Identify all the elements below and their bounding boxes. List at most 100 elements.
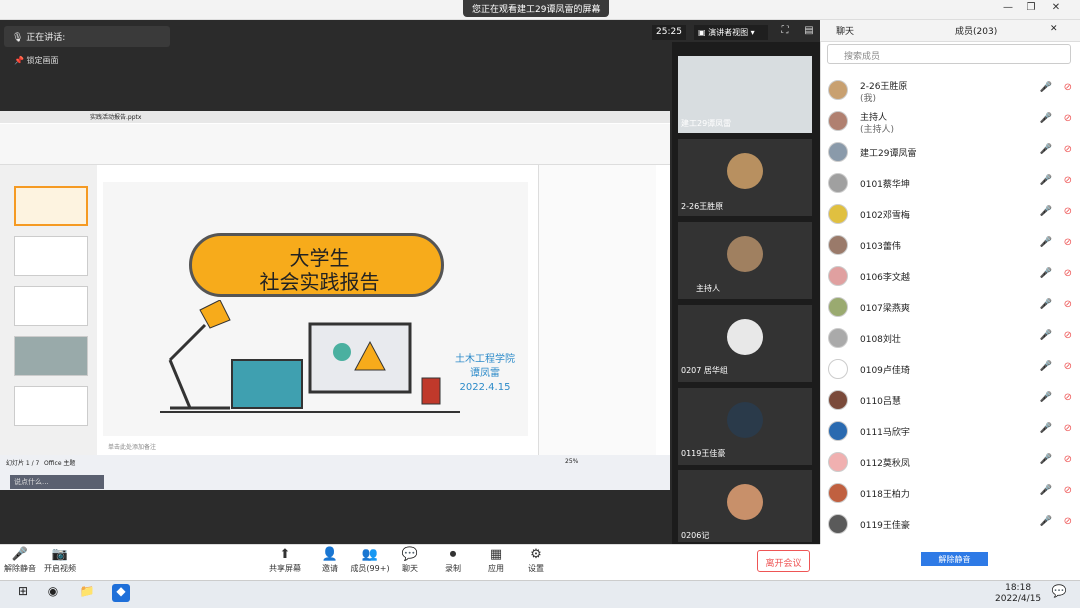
member-name: 0106李文越: [860, 273, 910, 283]
camera-off-icon[interactable]: ⊘: [1064, 423, 1072, 434]
camera-off-icon[interactable]: ⊘: [1064, 516, 1072, 527]
muted-mic-icon[interactable]: 🎤: [1040, 361, 1052, 372]
panel-close-icon[interactable]: ✕: [1050, 24, 1058, 34]
slide-thumb[interactable]: [14, 186, 88, 226]
tile-name: 0207 居华组: [681, 366, 728, 375]
muted-mic-icon[interactable]: 🎤: [1040, 299, 1052, 310]
camera-off-icon[interactable]: ⊘: [1064, 175, 1072, 186]
camera-off-icon[interactable]: ⊘: [1064, 485, 1072, 496]
camera-off-icon[interactable]: ⊘: [1064, 392, 1072, 403]
muted-mic-icon[interactable]: 🎤: [1040, 82, 1052, 93]
presenter-view-button[interactable]: ▣ 演讲者视图 ▾: [694, 25, 768, 40]
muted-mic-icon[interactable]: 🎤: [1040, 144, 1052, 155]
member-avatar: [828, 514, 848, 534]
tab-members[interactable]: 成员(203): [955, 24, 997, 37]
member-role: (主持人): [860, 125, 895, 135]
control-label: 成员(99+): [350, 564, 390, 573]
ppt-ribbon[interactable]: [0, 124, 670, 165]
fullscreen-icon[interactable]: ⛶: [778, 25, 792, 39]
lock-screen-button[interactable]: 📌 锁定画面: [8, 52, 65, 69]
properties-pane[interactable]: [538, 165, 656, 455]
member-row[interactable]: 建工29谭凤雷 🎤 ⊘: [828, 137, 1072, 168]
camera-off-icon[interactable]: ⊘: [1064, 113, 1072, 124]
member-row[interactable]: 0111马欣宇 🎤 ⊘: [828, 416, 1072, 447]
ppt-file-tab[interactable]: 实践活动报告.pptx: [90, 112, 141, 121]
muted-mic-icon[interactable]: 🎤: [1040, 454, 1052, 465]
muted-mic-icon[interactable]: 🎤: [1040, 330, 1052, 341]
close-icon[interactable]: ✕: [1048, 2, 1064, 18]
theme-label: Office 主题: [44, 460, 76, 467]
muted-mic-icon[interactable]: 🎤: [1040, 516, 1052, 527]
member-row[interactable]: 0101蔡华坤 🎤 ⊘: [828, 168, 1072, 199]
muted-mic-icon[interactable]: 🎤: [1040, 206, 1052, 217]
tab-chat[interactable]: 聊天: [836, 24, 854, 37]
control-button[interactable]: ⚙ 设置: [516, 547, 556, 574]
slide-thumb[interactable]: [14, 386, 88, 426]
camera-off-icon[interactable]: ⊘: [1064, 361, 1072, 372]
camera-off-icon[interactable]: ⊘: [1064, 82, 1072, 93]
member-row[interactable]: 0106李文越 🎤 ⊘: [828, 261, 1072, 292]
camera-off-icon[interactable]: ⊘: [1064, 268, 1072, 279]
member-avatar: [828, 452, 848, 472]
control-button[interactable]: 👤 邀请: [310, 547, 350, 574]
member-row[interactable]: 0103蕾伟 🎤 ⊘: [828, 230, 1072, 261]
camera-off-icon[interactable]: ⊘: [1064, 206, 1072, 217]
slide-thumb[interactable]: [14, 286, 88, 326]
notification-icon[interactable]: 💬: [1050, 584, 1068, 602]
notes-hint[interactable]: 单击此处添加备注: [108, 442, 156, 451]
control-icon: ⏺: [449, 547, 457, 562]
avatar: [727, 153, 763, 189]
control-button[interactable]: ⏺ 录制: [433, 547, 473, 574]
control-button[interactable]: 👥 成员(99+): [350, 547, 390, 574]
clock-time: 18:18: [1005, 583, 1032, 593]
muted-mic-icon[interactable]: 🎤: [1040, 113, 1052, 124]
member-search-input[interactable]: 搜索成员: [827, 44, 1071, 64]
unmute-all-button[interactable]: 解除静音: [921, 552, 988, 566]
control-button[interactable]: 🎤 解除静音: [0, 547, 40, 574]
muted-mic-icon[interactable]: 🎤: [1040, 392, 1052, 403]
member-avatar: [828, 390, 848, 410]
browser-icon[interactable]: ◉: [44, 584, 62, 602]
camera-off-icon[interactable]: ⊘: [1064, 330, 1072, 341]
member-row[interactable]: 主持人 (主持人) 🎤 ⊘: [828, 106, 1072, 137]
member-row[interactable]: 0107梁燕爽 🎤 ⊘: [828, 292, 1072, 323]
camera-off-icon[interactable]: ⊘: [1064, 144, 1072, 155]
camera-off-icon[interactable]: ⊘: [1064, 299, 1072, 310]
meeting-app-icon[interactable]: ◆: [112, 584, 130, 602]
member-avatar: [828, 235, 848, 255]
folder-icon[interactable]: 📁: [78, 584, 96, 602]
camera-off-icon[interactable]: ⊘: [1064, 237, 1072, 248]
member-row[interactable]: 0102邓雪梅 🎤 ⊘: [828, 199, 1072, 230]
muted-mic-icon[interactable]: 🎤: [1040, 485, 1052, 496]
restore-icon[interactable]: ❐: [1023, 2, 1039, 18]
slide-author: 谭凤雷: [470, 368, 500, 379]
control-button[interactable]: ▦ 应用: [476, 547, 516, 574]
slide-title-box: 大学生 社会实践报告: [189, 233, 444, 297]
muted-mic-icon[interactable]: 🎤: [1040, 268, 1052, 279]
minimize-icon[interactable]: —: [1000, 2, 1016, 18]
leave-meeting-button[interactable]: 离开会议: [757, 550, 810, 572]
muted-mic-icon[interactable]: 🎤: [1040, 175, 1052, 186]
muted-mic-icon[interactable]: 🎤: [1040, 423, 1052, 434]
control-button[interactable]: ⬆ 共享屏幕: [265, 547, 305, 574]
member-row[interactable]: 0109卢佳琦 🎤 ⊘: [828, 354, 1072, 385]
slide-thumb[interactable]: [14, 336, 88, 376]
slide-school: 土木工程学院: [455, 354, 515, 365]
camera-off-icon[interactable]: ⊘: [1064, 454, 1072, 465]
member-row[interactable]: 0119王佳豪 🎤 ⊘: [828, 509, 1072, 540]
ppt-tab-bar: 实践活动报告.pptx: [0, 111, 670, 123]
member-row[interactable]: 0118王柏力 🎤 ⊘: [828, 478, 1072, 509]
member-row[interactable]: 0108刘壮 🎤 ⊘: [828, 323, 1072, 354]
member-name: 0103蕾伟: [860, 242, 901, 252]
comment-input[interactable]: 说点什么...: [10, 475, 104, 489]
member-row[interactable]: 2-26王胜原 (我) 🎤 ⊘: [828, 75, 1072, 106]
member-row[interactable]: 0112莫秋凤 🎤 ⊘: [828, 447, 1072, 478]
layout-icon[interactable]: ▤: [802, 25, 816, 39]
control-button[interactable]: 💬 聊天: [390, 547, 430, 574]
speaking-label: 正在讲话:: [26, 33, 66, 43]
start-icon[interactable]: ⊞: [14, 584, 32, 602]
member-row[interactable]: 0110吕慧 🎤 ⊘: [828, 385, 1072, 416]
control-button[interactable]: 📷 开启视频: [40, 547, 80, 574]
muted-mic-icon[interactable]: 🎤: [1040, 237, 1052, 248]
slide-thumb[interactable]: [14, 236, 88, 276]
